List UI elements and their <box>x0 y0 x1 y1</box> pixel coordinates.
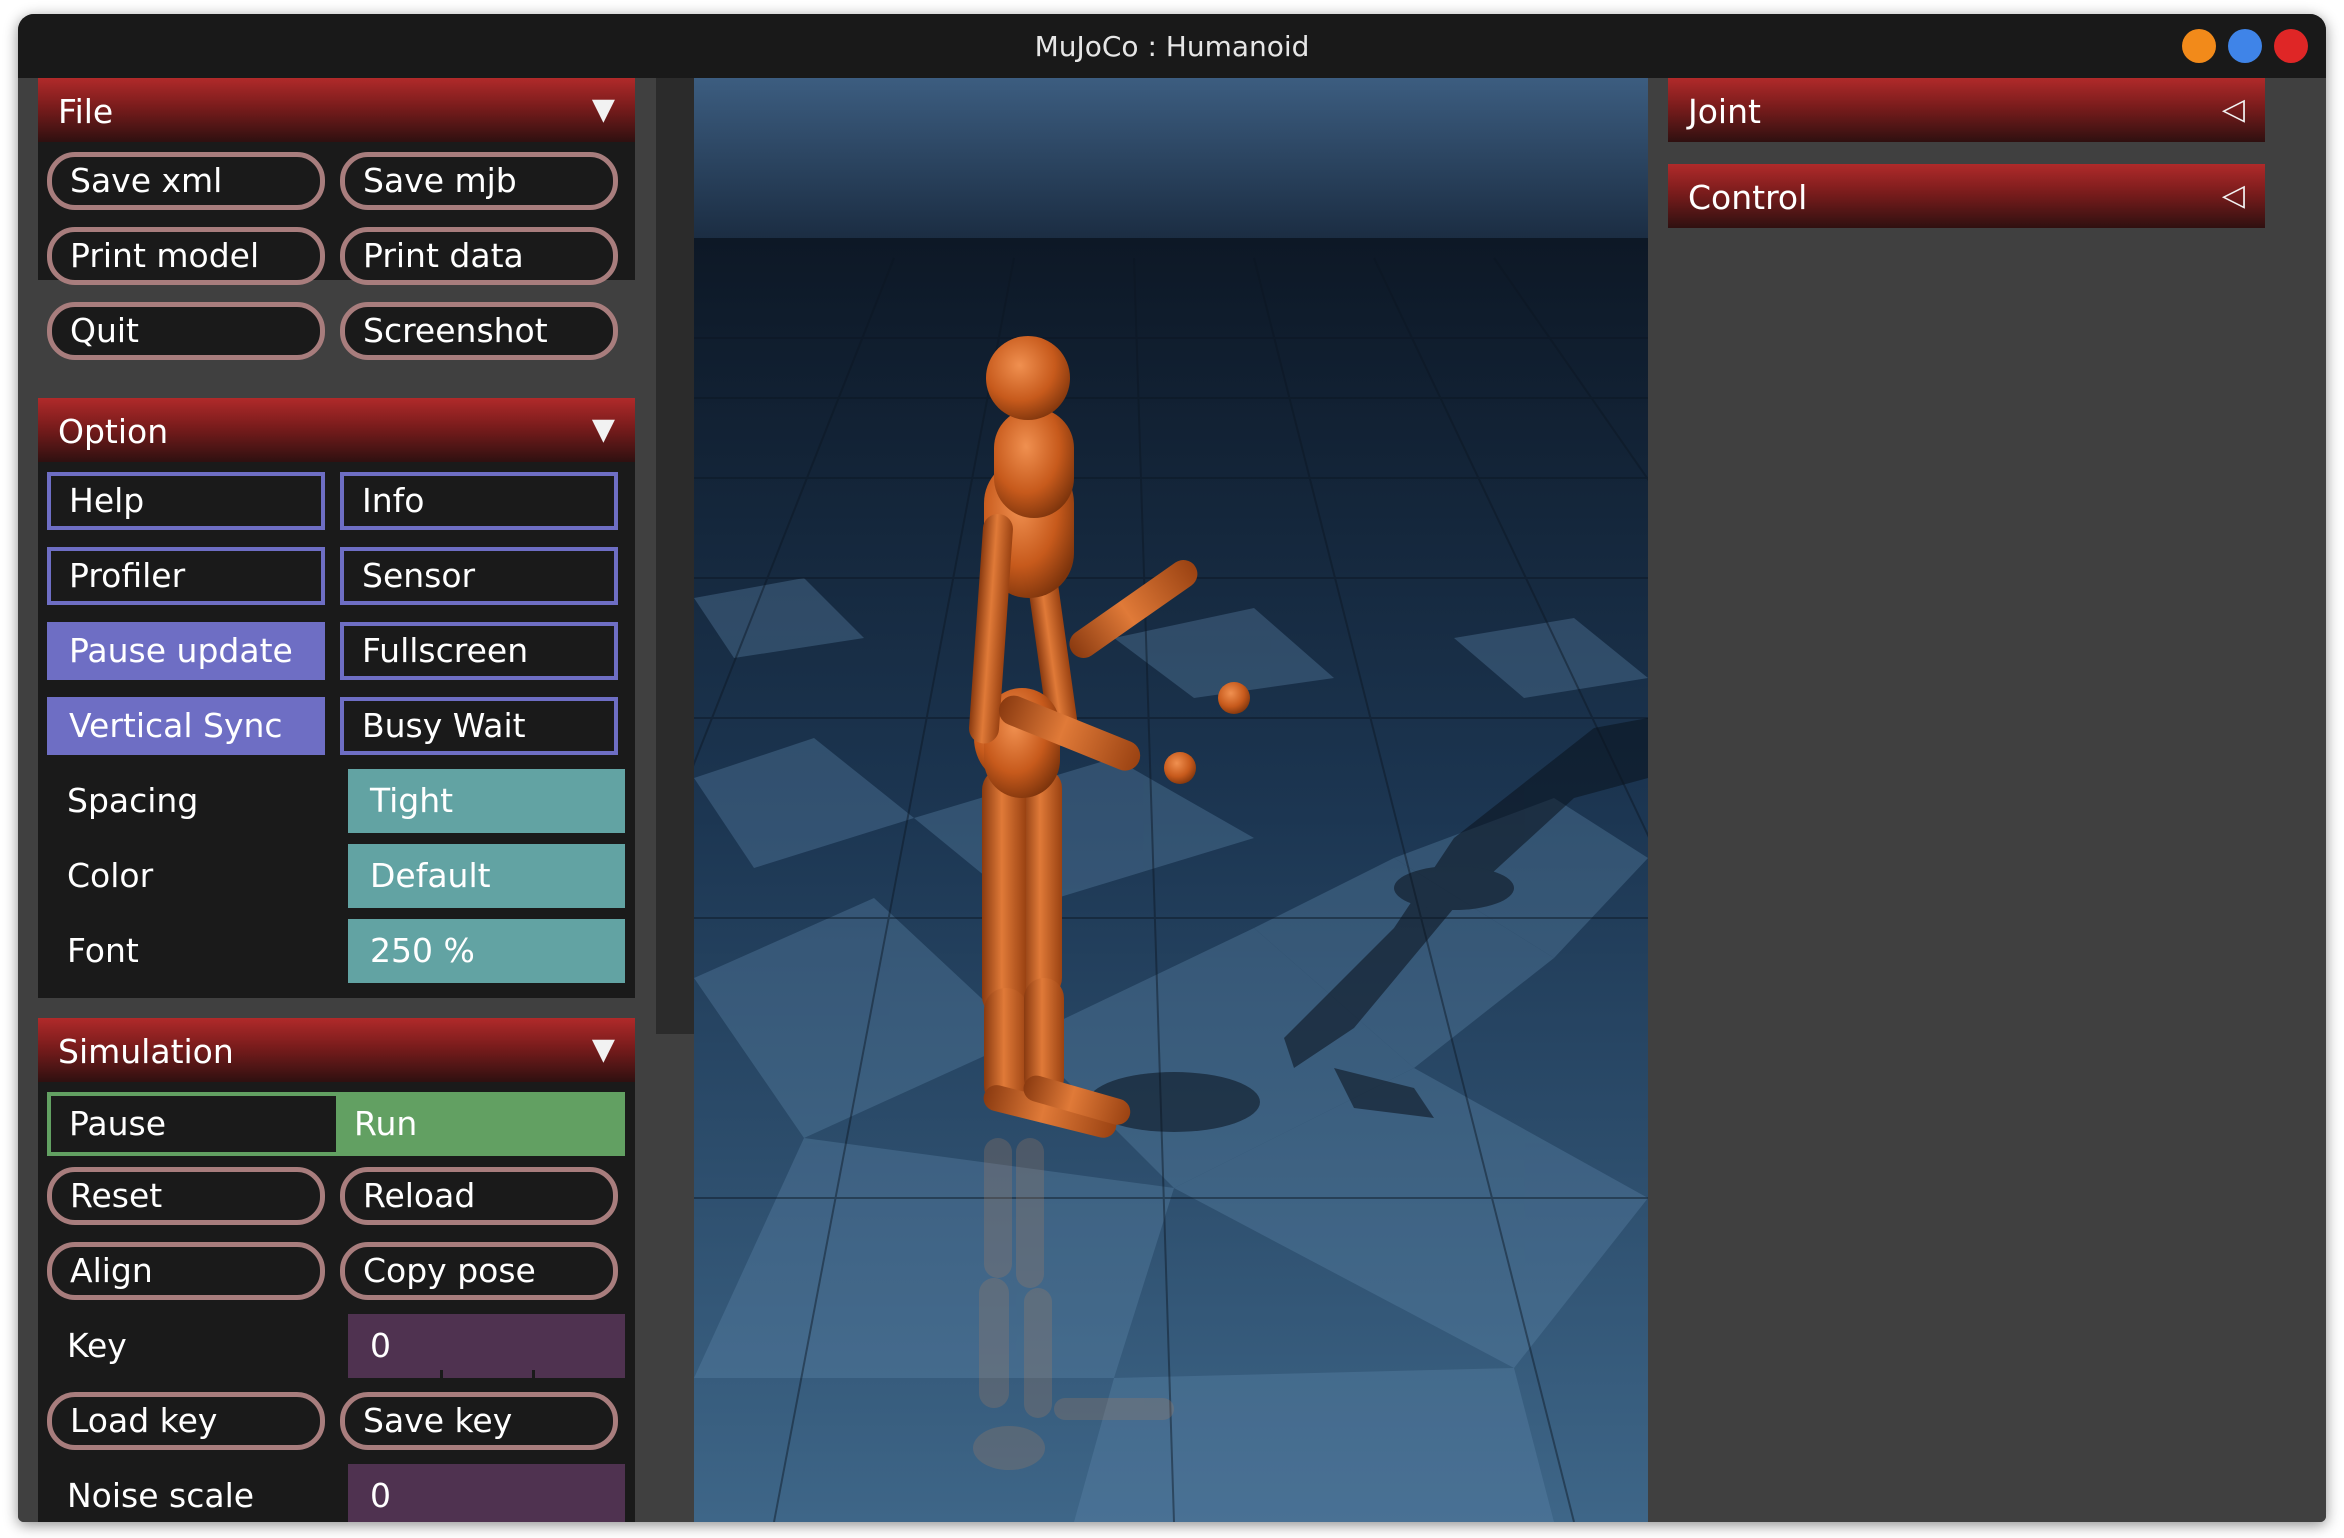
control-section-header[interactable]: Control ◁ <box>1668 164 2265 228</box>
file-section: File ▼ Save xml Save mjb Print model Pri… <box>38 78 635 360</box>
info-checkbox[interactable]: Info <box>340 472 618 530</box>
expand-arrow-icon: ◁ <box>2221 92 2245 127</box>
align-button[interactable]: Align <box>47 1242 325 1300</box>
3d-viewport[interactable] <box>694 78 1648 1522</box>
joint-section-header[interactable]: Joint ◁ <box>1668 78 2265 142</box>
run-pause-radio[interactable]: Pause Run <box>47 1092 625 1156</box>
sky <box>694 78 1648 258</box>
reset-button[interactable]: Reset <box>47 1167 325 1225</box>
profiler-checkbox[interactable]: Profiler <box>47 547 325 605</box>
control-section-title: Control <box>1688 178 1808 217</box>
scene-render <box>694 78 1648 1522</box>
spacing-select[interactable]: Tight <box>348 769 625 833</box>
left-panel: File ▼ Save xml Save mjb Print model Pri… <box>18 78 656 1522</box>
save-key-button[interactable]: Save key <box>340 1392 618 1450</box>
color-select[interactable]: Default <box>348 844 625 908</box>
help-checkbox[interactable]: Help <box>47 472 325 530</box>
pause-option[interactable]: Pause <box>51 1096 336 1152</box>
simulation-section-header[interactable]: Simulation ▼ <box>38 1018 635 1082</box>
collapse-arrow-icon: ▼ <box>591 92 615 127</box>
screenshot-button[interactable]: Screenshot <box>340 302 618 360</box>
window-title: MuJoCo : Humanoid <box>1034 30 1310 63</box>
color-label: Color <box>67 856 154 895</box>
pause-update-checkbox[interactable]: Pause update <box>47 622 325 680</box>
maximize-button[interactable] <box>2228 29 2262 63</box>
busy-wait-checkbox[interactable]: Busy Wait <box>340 697 618 755</box>
expand-arrow-icon: ◁ <box>2221 178 2245 213</box>
joint-section: Joint ◁ <box>1668 78 2265 142</box>
noise-scale-value: 0 <box>370 1476 391 1515</box>
collapse-arrow-icon: ▼ <box>591 1032 615 1067</box>
load-key-button[interactable]: Load key <box>47 1392 325 1450</box>
print-data-button[interactable]: Print data <box>340 227 618 285</box>
title-bar: MuJoCo : Humanoid <box>18 14 2326 78</box>
app-window: MuJoCo : Humanoid File ▼ Save xml Save m… <box>18 14 2326 1522</box>
right-panel: Joint ◁ Control ◁ <box>1648 78 2326 1522</box>
slider-tick <box>532 1370 535 1378</box>
fullscreen-checkbox[interactable]: Fullscreen <box>340 622 618 680</box>
control-section: Control ◁ <box>1668 164 2265 228</box>
vertical-sync-checkbox[interactable]: Vertical Sync <box>47 697 325 755</box>
key-value: 0 <box>370 1326 391 1365</box>
close-button[interactable] <box>2274 29 2308 63</box>
noise-scale-slider[interactable]: 0 <box>348 1464 625 1522</box>
file-section-header[interactable]: File ▼ <box>38 78 635 142</box>
option-section: Option ▼ Help Info Profiler Sensor Pause… <box>38 398 635 998</box>
simulation-section-title: Simulation <box>58 1032 234 1071</box>
option-section-header[interactable]: Option ▼ <box>38 398 635 462</box>
joint-section-title: Joint <box>1688 92 1761 131</box>
collapse-arrow-icon: ▼ <box>591 412 615 447</box>
copy-pose-button[interactable]: Copy pose <box>340 1242 618 1300</box>
sensor-checkbox[interactable]: Sensor <box>340 547 618 605</box>
key-slider[interactable]: 0 <box>348 1314 625 1378</box>
reload-button[interactable]: Reload <box>340 1167 618 1225</box>
noise-scale-label: Noise scale <box>67 1476 255 1515</box>
font-label: Font <box>67 931 139 970</box>
file-section-title: File <box>58 92 114 131</box>
run-option[interactable]: Run <box>336 1096 621 1152</box>
minimize-button[interactable] <box>2182 29 2216 63</box>
slider-tick <box>440 1370 443 1378</box>
key-label: Key <box>67 1326 127 1365</box>
font-select[interactable]: 250 % <box>348 919 625 983</box>
print-model-button[interactable]: Print model <box>47 227 325 285</box>
left-panel-scrollbar[interactable] <box>656 78 694 1034</box>
option-section-title: Option <box>58 412 169 451</box>
simulation-section: Simulation ▼ Pause Run Reset Reload Alig… <box>38 1018 635 1522</box>
save-mjb-button[interactable]: Save mjb <box>340 152 618 210</box>
save-xml-button[interactable]: Save xml <box>47 152 325 210</box>
quit-button[interactable]: Quit <box>47 302 325 360</box>
spacing-label: Spacing <box>67 781 199 820</box>
